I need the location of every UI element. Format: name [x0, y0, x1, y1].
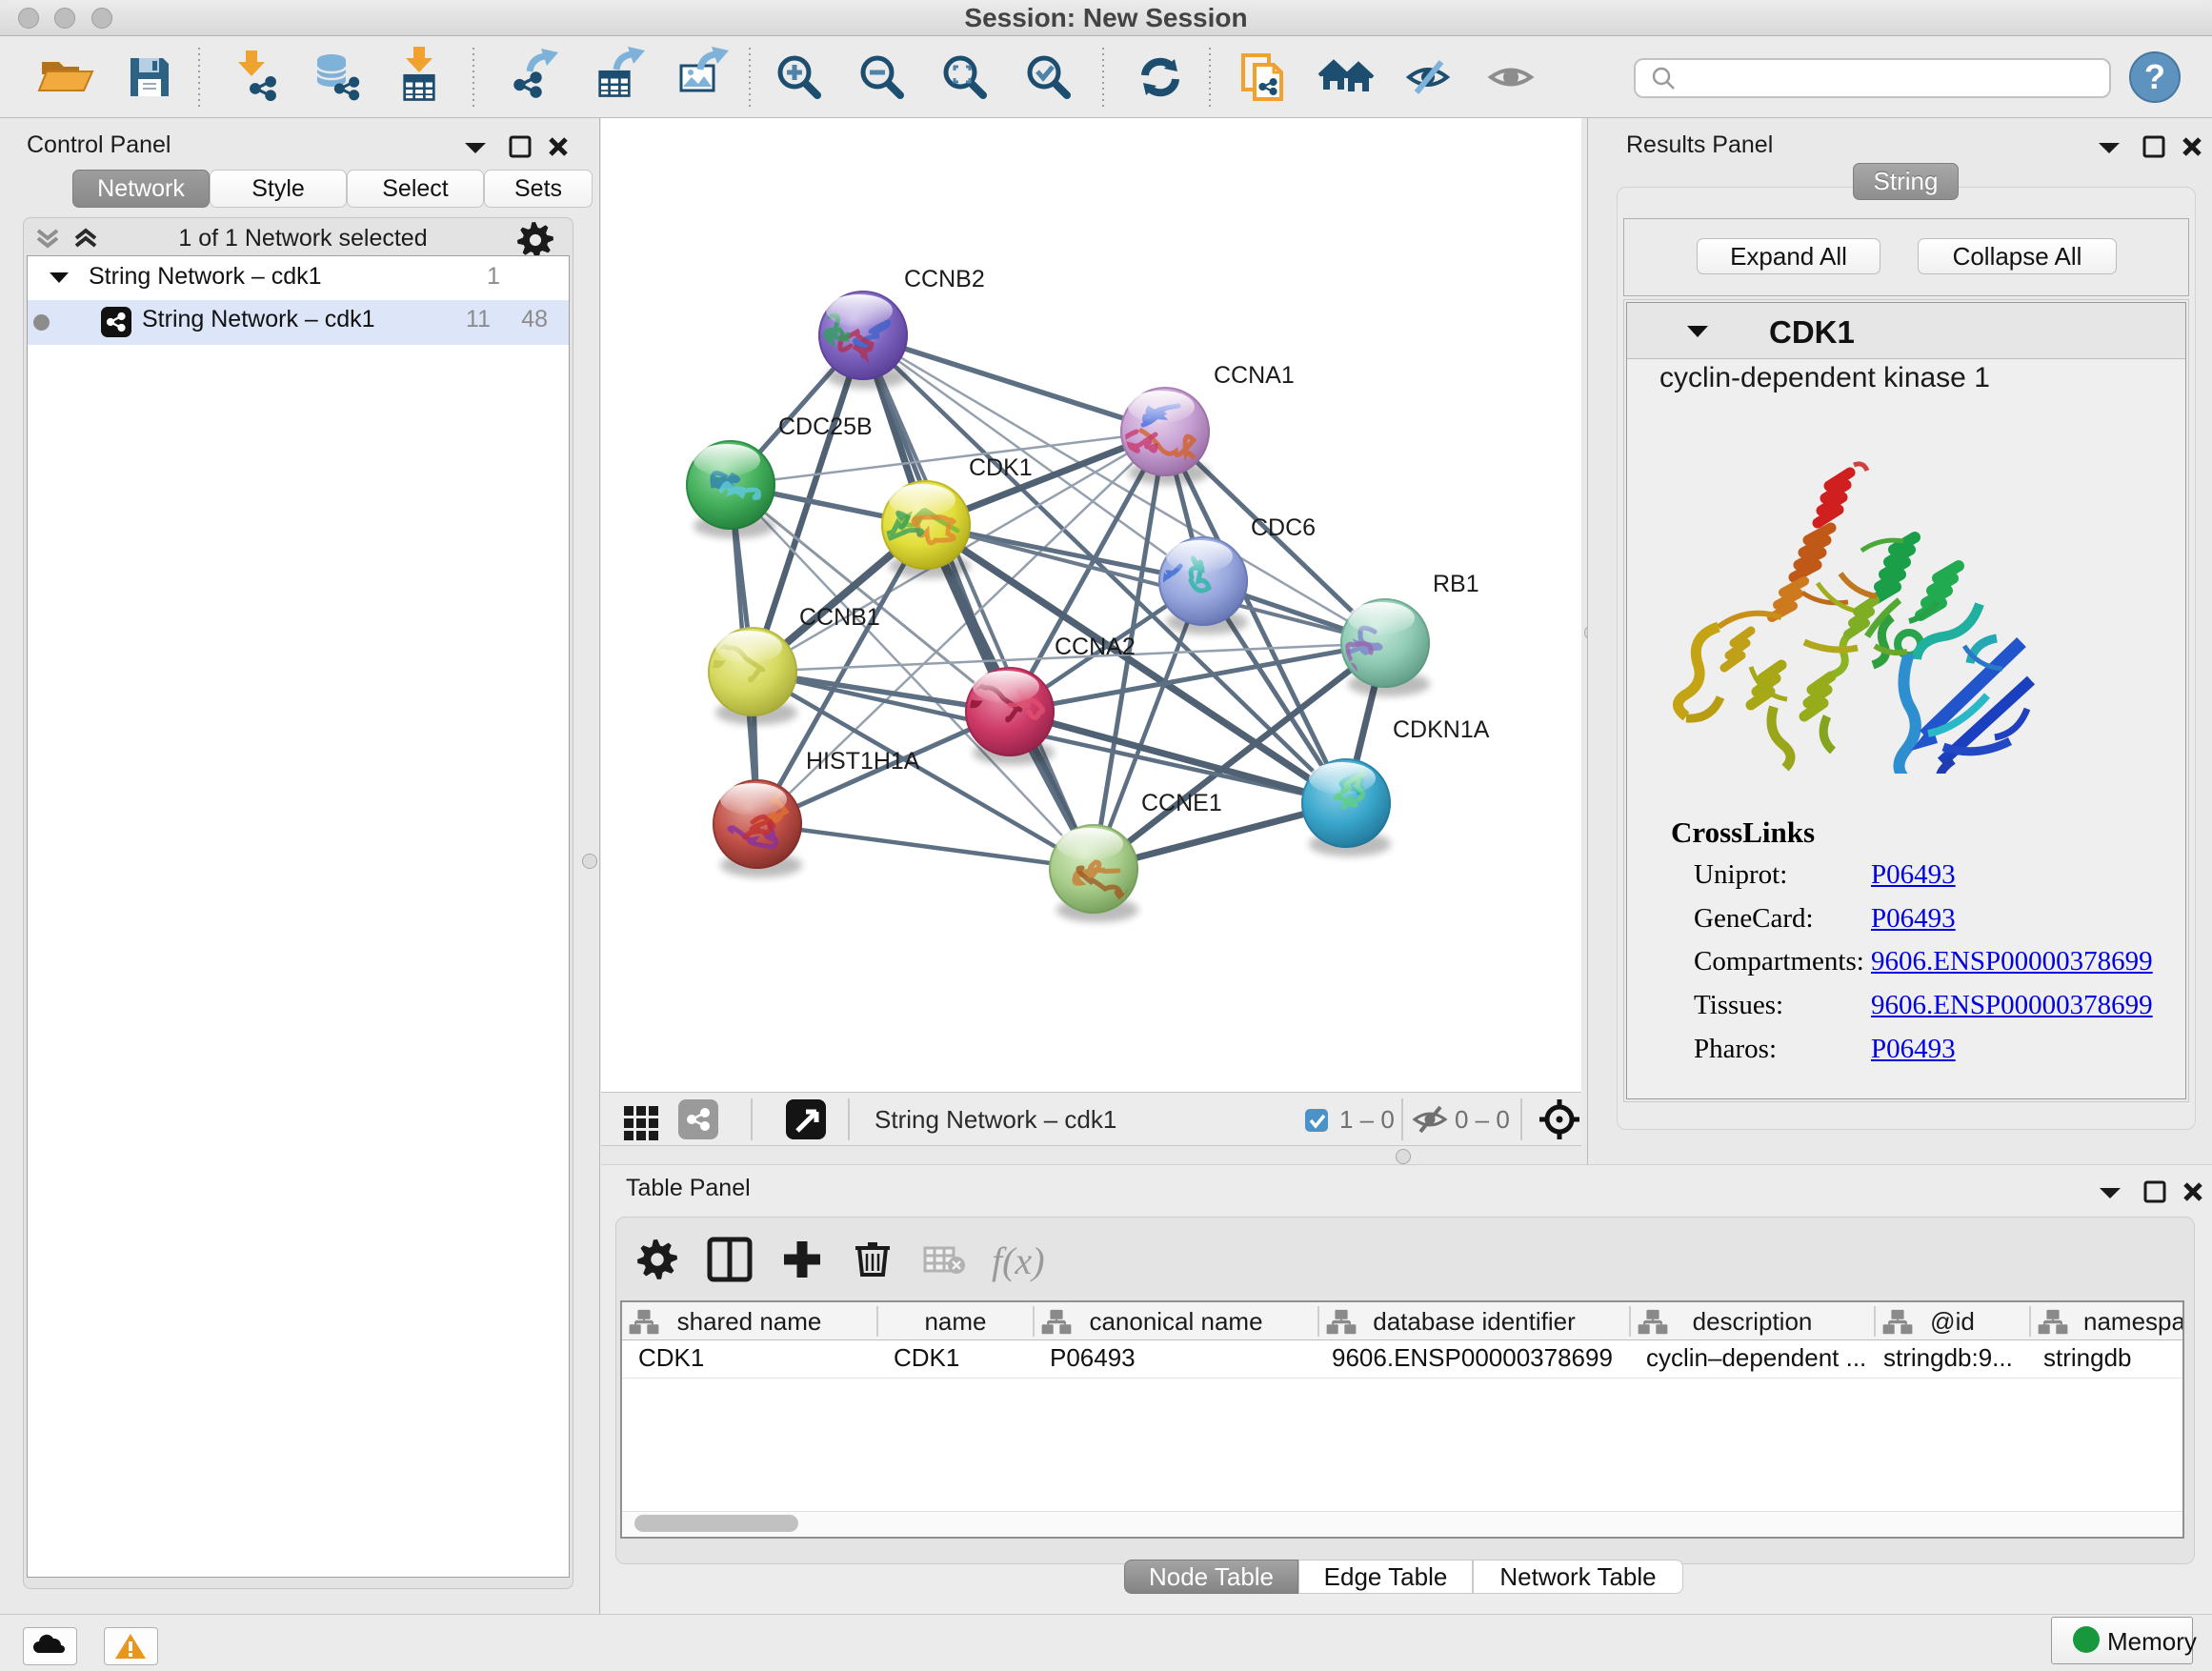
svg-text:database identifier: database identifier: [1373, 1307, 1576, 1336]
svg-text:@id: @id: [1930, 1307, 1975, 1336]
svg-text:CDC6: CDC6: [1251, 514, 1316, 541]
svg-text:shared name: shared name: [677, 1307, 822, 1336]
svg-text:1 – 0: 1 – 0: [1339, 1105, 1395, 1134]
svg-text:?: ?: [2144, 57, 2165, 96]
svg-text:canonical name: canonical name: [1089, 1307, 1262, 1336]
svg-text:RB1: RB1: [1433, 571, 1479, 597]
svg-text:namespac: namespac: [2083, 1307, 2182, 1336]
svg-text:HIST1H1A: HIST1H1A: [806, 748, 920, 775]
svg-text:CDK1: CDK1: [969, 454, 1033, 481]
svg-text:description: description: [1693, 1307, 1813, 1336]
svg-text:CCNE1: CCNE1: [1141, 790, 1222, 816]
svg-text:String Network – cdk1: String Network – cdk1: [875, 1105, 1116, 1134]
svg-text:CCNB1: CCNB1: [799, 604, 880, 631]
svg-text:CCNA1: CCNA1: [1214, 362, 1295, 389]
svg-text:0 – 0: 0 – 0: [1455, 1105, 1510, 1134]
svg-text:CDKN1A: CDKN1A: [1393, 716, 1490, 743]
svg-text:CCNA2: CCNA2: [1055, 634, 1136, 660]
svg-text:name: name: [924, 1307, 986, 1336]
svg-text:CDC25B: CDC25B: [778, 413, 873, 440]
svg-text:f(x): f(x): [992, 1239, 1045, 1282]
svg-text:CCNB2: CCNB2: [904, 266, 985, 292]
